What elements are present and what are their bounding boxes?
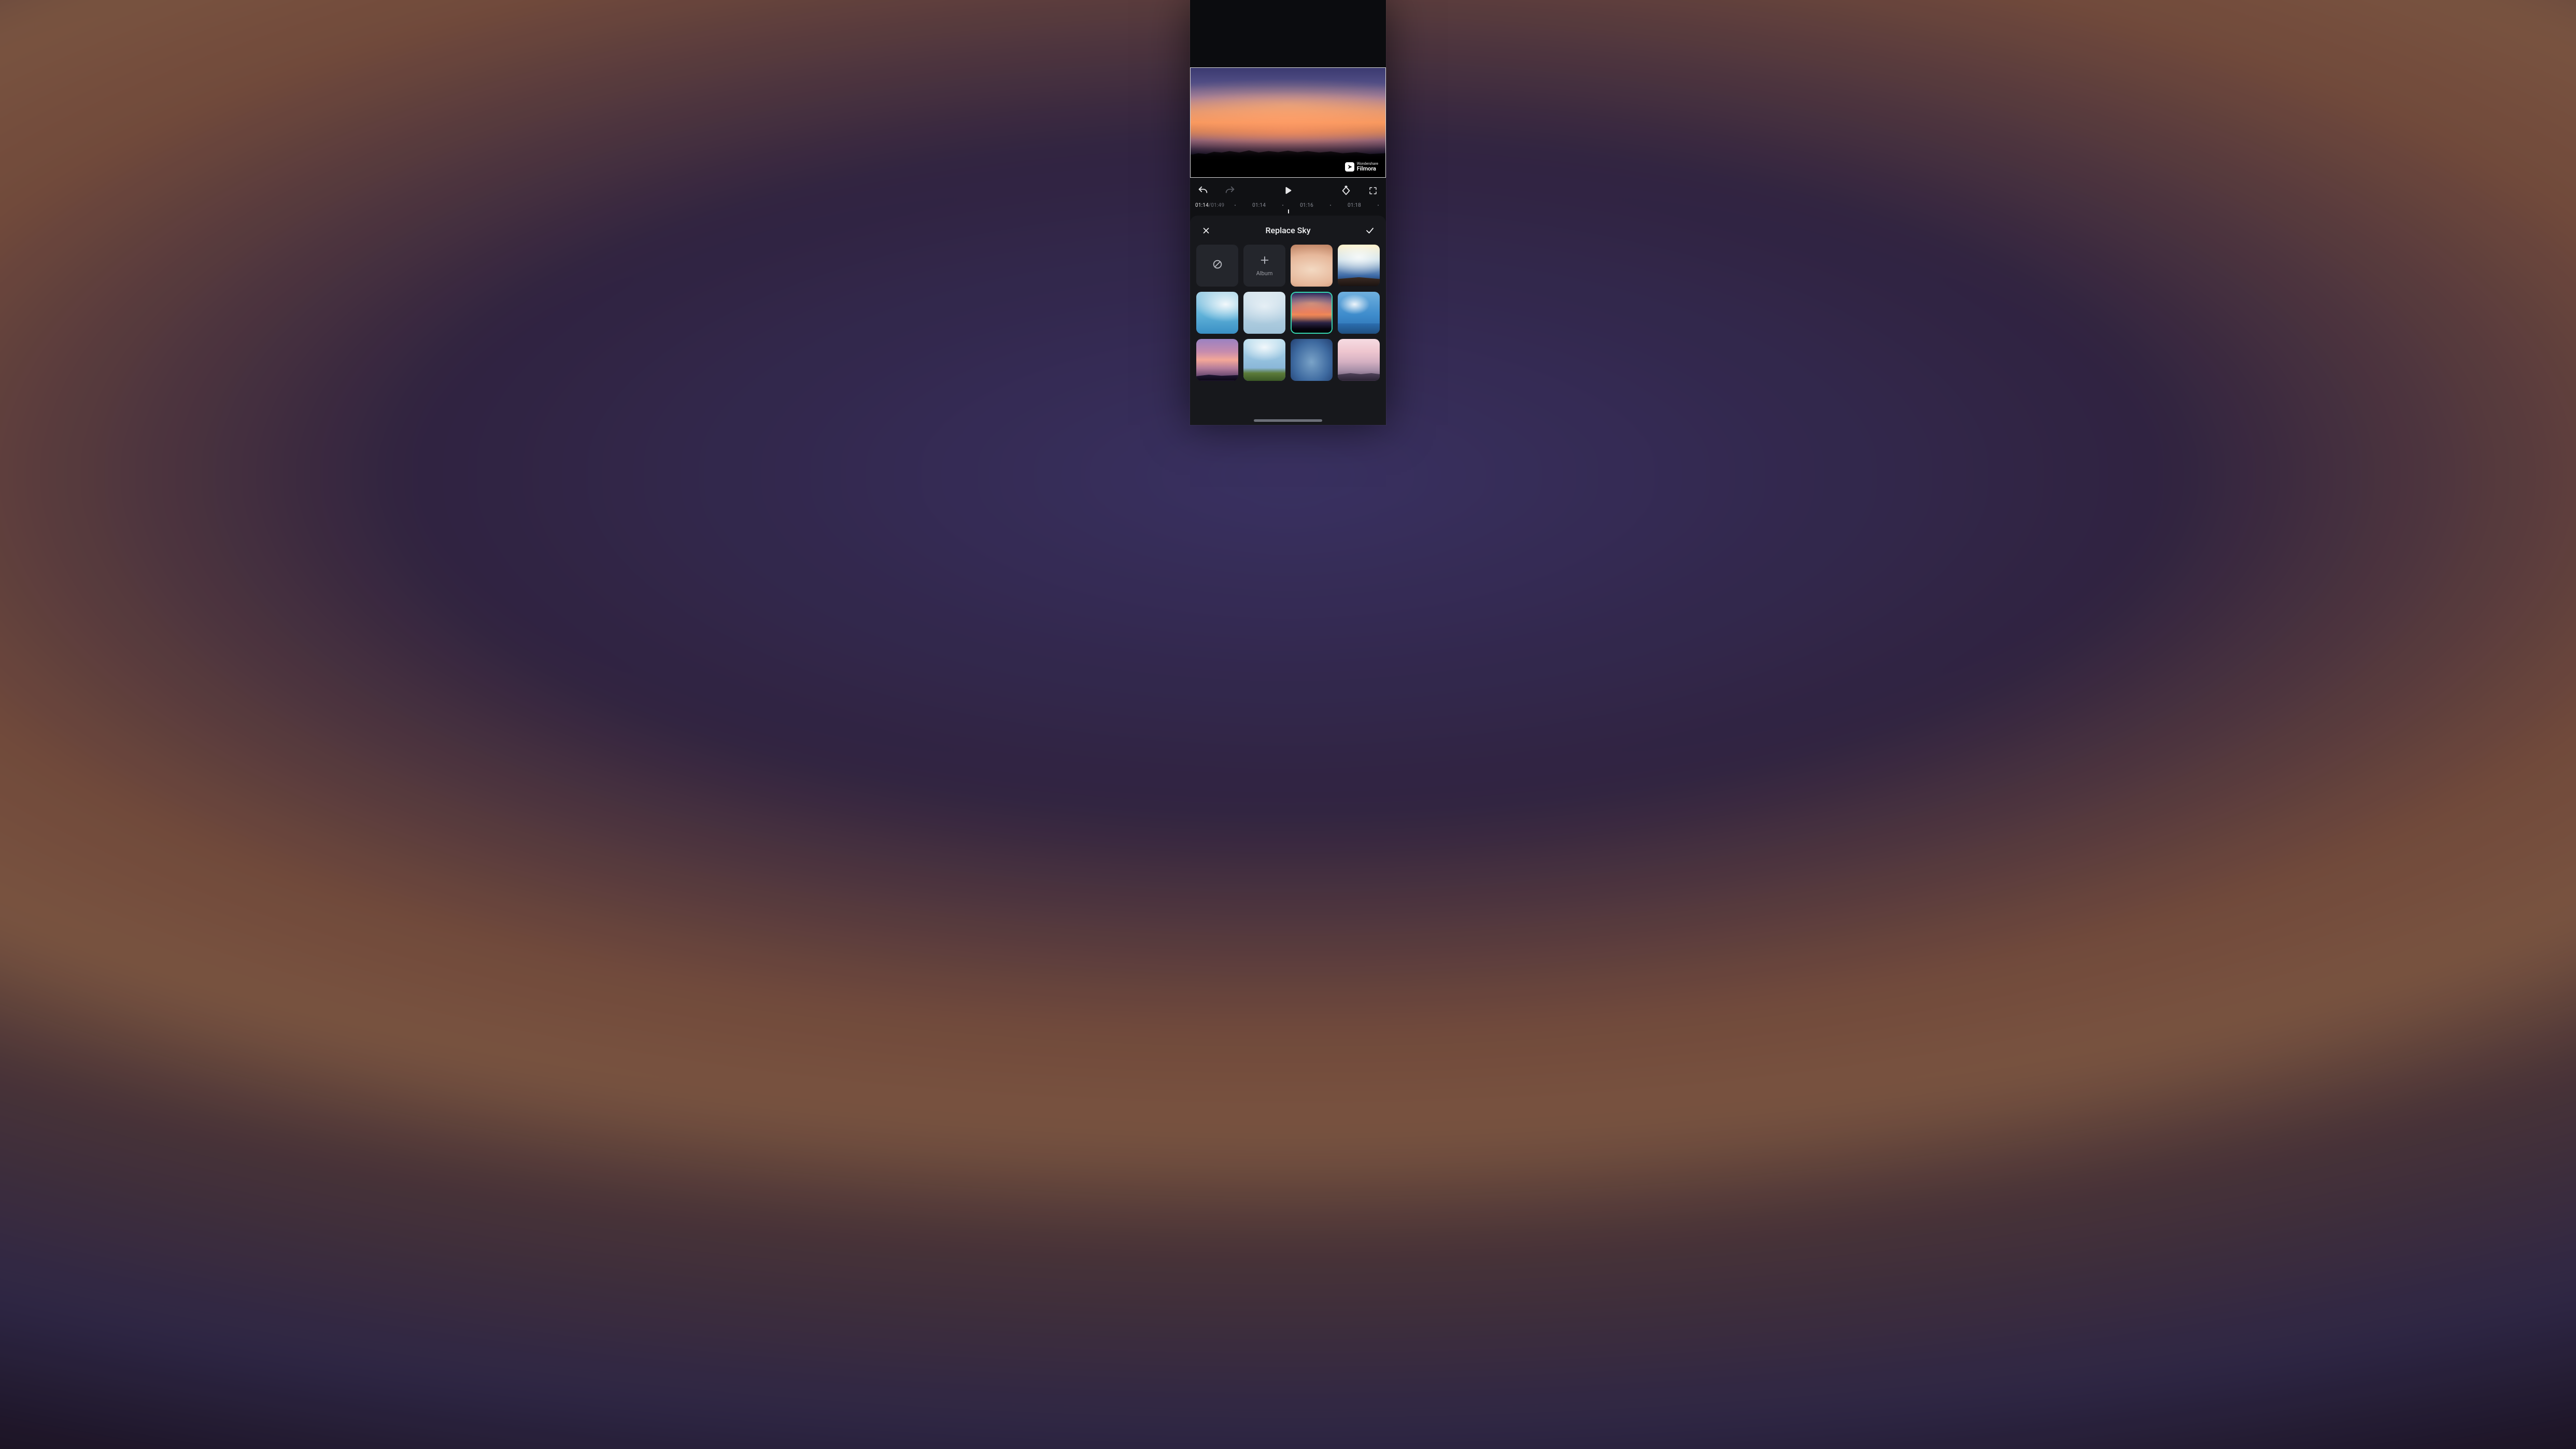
watermark-brand: Wondershare: [1357, 162, 1378, 166]
sky-preset-tile[interactable]: [1338, 292, 1380, 334]
timeline-ruler[interactable]: 01:14/01:49 01:14 01:16 01:18: [1190, 198, 1386, 209]
timeline-ticks: 01:14 01:16 01:18: [1224, 203, 1381, 208]
fullscreen-button[interactable]: [1365, 183, 1381, 198]
watermark-badge: Wondershare Filmora: [1343, 161, 1381, 173]
sky-preset-album[interactable]: Album: [1243, 245, 1285, 287]
sky-preset-tile[interactable]: [1196, 292, 1238, 334]
none-icon: [1212, 259, 1223, 272]
playhead-track[interactable]: [1190, 209, 1386, 214]
sky-preset-tile[interactable]: [1291, 292, 1333, 334]
home-indicator[interactable]: [1254, 419, 1322, 422]
player-controls: [1190, 178, 1386, 198]
sky-preset-grid: Album: [1196, 245, 1380, 391]
sky-preset-tile[interactable]: [1291, 245, 1333, 287]
plus-icon: [1259, 254, 1270, 268]
sky-preset-none[interactable]: [1196, 245, 1238, 287]
timeline-tick-label: 01:14: [1252, 203, 1266, 208]
redo-button[interactable]: [1222, 183, 1238, 198]
replace-sky-sheet: Replace Sky Album: [1190, 216, 1386, 425]
sky-preset-tile[interactable]: [1291, 339, 1333, 381]
duration-label: /01:49: [1209, 203, 1224, 208]
sky-preset-tile[interactable]: [1196, 339, 1238, 381]
preview-area: Wondershare Filmora: [1190, 0, 1386, 178]
sky-preset-tile[interactable]: [1243, 339, 1285, 381]
filmora-logo-icon: [1345, 162, 1354, 172]
sky-preset-tile[interactable]: [1243, 292, 1285, 334]
watermark-product: Filmora: [1357, 166, 1378, 172]
timeline-tick-label: 01:18: [1348, 203, 1361, 208]
timeline-tick-label: 01:16: [1300, 203, 1313, 208]
video-preview[interactable]: Wondershare Filmora: [1190, 67, 1386, 178]
album-label: Album: [1256, 270, 1273, 277]
close-button[interactable]: [1198, 223, 1214, 238]
sheet-title: Replace Sky: [1265, 225, 1310, 235]
play-button[interactable]: [1280, 183, 1296, 198]
undo-button[interactable]: [1195, 183, 1211, 198]
confirm-button[interactable]: [1362, 223, 1378, 238]
phone-frame: Wondershare Filmora: [1190, 0, 1386, 425]
keyframe-button[interactable]: [1338, 183, 1354, 198]
playhead-indicator[interactable]: [1288, 209, 1289, 214]
sky-preset-tile[interactable]: [1338, 339, 1380, 381]
current-time-label: 01:14: [1195, 203, 1209, 208]
sky-preset-tile[interactable]: [1338, 245, 1380, 287]
